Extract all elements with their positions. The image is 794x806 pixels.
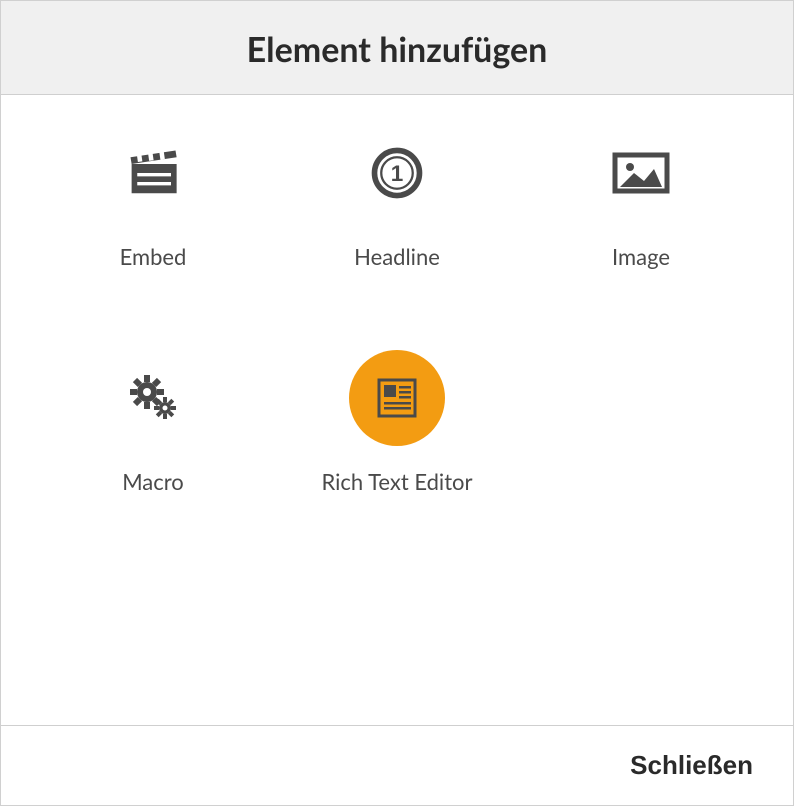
dialog-title: Element hinzufügen (1, 29, 793, 70)
element-label: Macro (122, 468, 184, 495)
element-label: Image (612, 243, 670, 270)
gears-icon (105, 350, 201, 446)
svg-text:1: 1 (391, 161, 404, 186)
circle-one-icon: 1 (349, 125, 445, 221)
picture-icon (593, 125, 689, 221)
empty-cell (529, 350, 753, 495)
dialog-content: Embed 1 Headline (1, 95, 793, 725)
add-element-dialog: Element hinzufügen (0, 0, 794, 806)
element-embed[interactable]: Embed (41, 125, 265, 270)
close-button[interactable]: Schließen (630, 750, 753, 781)
element-grid: Embed 1 Headline (41, 125, 753, 495)
dialog-header: Element hinzufügen (1, 1, 793, 94)
element-headline[interactable]: 1 Headline (285, 125, 509, 270)
newspaper-icon (349, 350, 445, 446)
element-label: Rich Text Editor (321, 468, 472, 495)
element-rich-text-editor[interactable]: Rich Text Editor (285, 350, 509, 495)
element-label: Embed (120, 243, 187, 270)
dialog-footer: Schließen (1, 725, 793, 805)
element-label: Headline (354, 243, 440, 270)
clapperboard-icon (105, 125, 201, 221)
element-image[interactable]: Image (529, 125, 753, 270)
element-macro[interactable]: Macro (41, 350, 265, 495)
